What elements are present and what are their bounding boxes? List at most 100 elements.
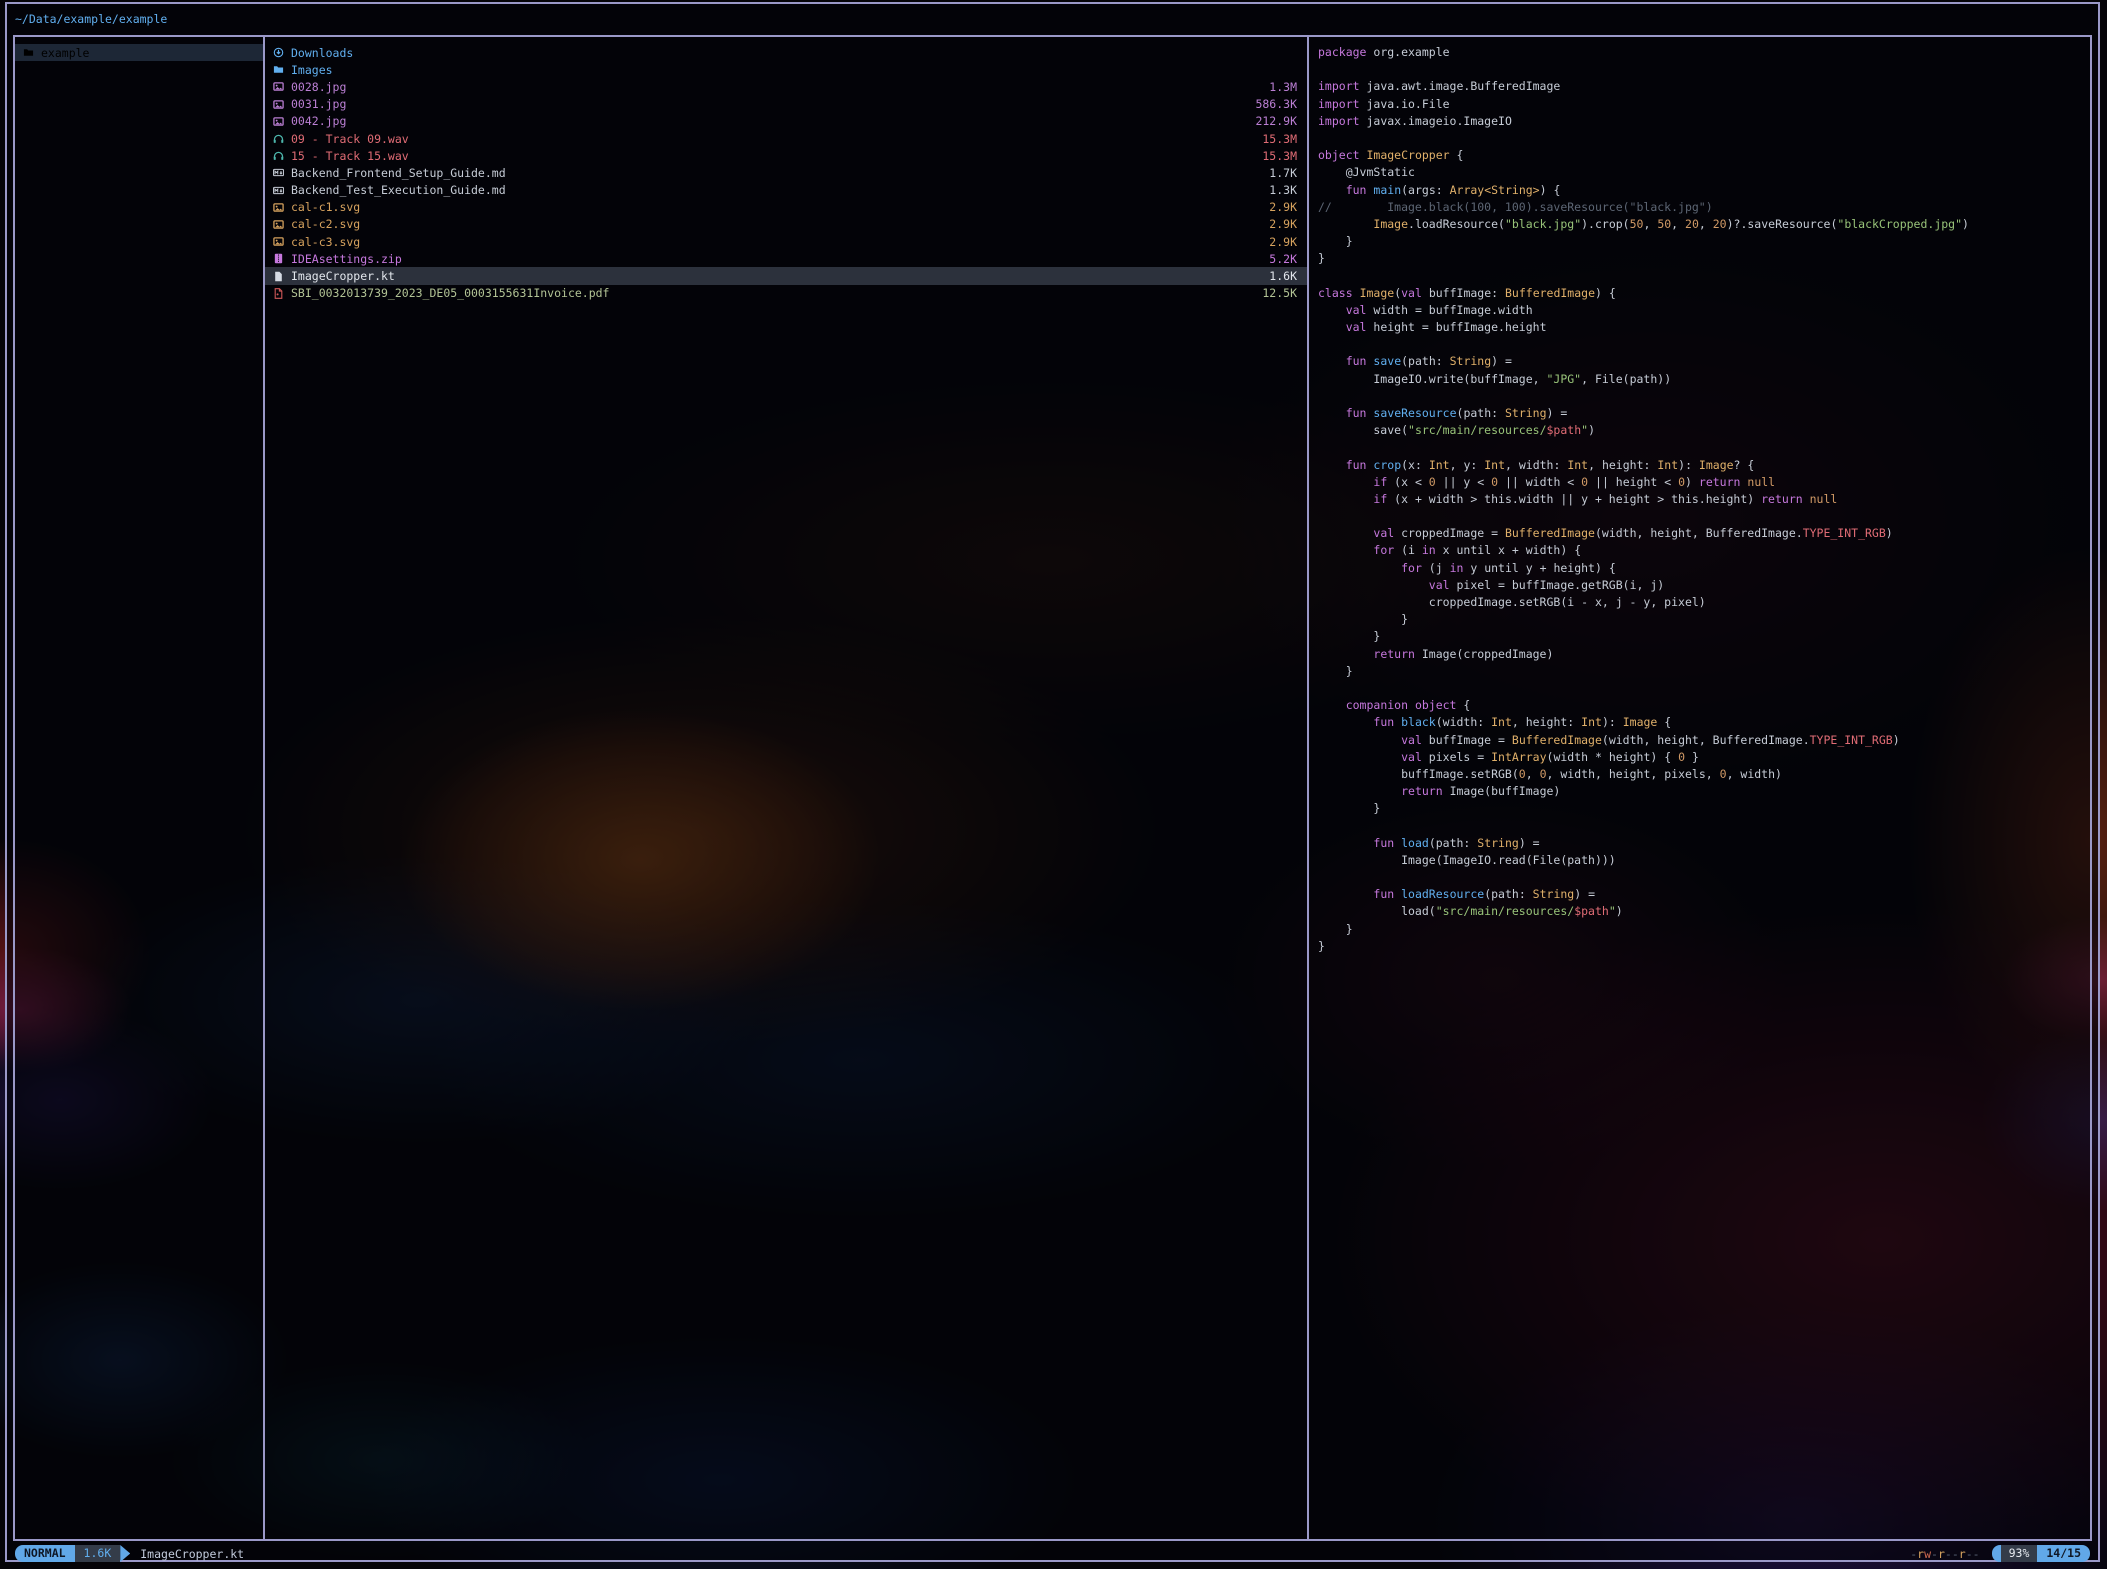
cursor-position-badge: 14/15 (2037, 1545, 2090, 1562)
image-icon (273, 81, 284, 92)
file-size: 12.5K (1262, 286, 1297, 300)
markdown-icon (273, 167, 284, 178)
file-size: 1.6K (1269, 269, 1297, 283)
status-bar: NORMAL 1.6K ImageCropper.kt -rw-r--r-- 9… (10, 1545, 2095, 1562)
code-line (1318, 388, 2090, 405)
code-line: for (i in x until x + width) { (1318, 542, 2090, 559)
file-row[interactable]: IDEAsettings.zip 5.2K (265, 250, 1307, 267)
file-name: ImageCropper.kt (291, 269, 1261, 283)
file-row[interactable]: Backend_Frontend_Setup_Guide.md 1.7K (265, 164, 1307, 181)
code-line: } (1318, 921, 2090, 938)
code-line: } (1318, 233, 2090, 250)
code-line: } (1318, 663, 2090, 680)
file-name: cal-c2.svg (291, 217, 1261, 231)
code-line: load("src/main/resources/$path") (1318, 903, 2090, 920)
code-line: buffImage.setRGB(0, 0, width, height, pi… (1318, 766, 2090, 783)
code-line: package org.example (1318, 44, 2090, 61)
file-row[interactable]: SBI_0032013739_2023_DE05_0003155631Invoi… (265, 285, 1307, 302)
file-name: 0028.jpg (291, 80, 1261, 94)
code-line: save("src/main/resources/$path") (1318, 422, 2090, 439)
file-name: Downloads (291, 46, 1289, 60)
code-line (1318, 267, 2090, 284)
file-row[interactable]: cal-c2.svg 2.9K (265, 216, 1307, 233)
code-preview-pane: package org.example import java.awt.imag… (1309, 37, 2090, 1539)
scroll-percent-badge: 93% (2001, 1545, 2038, 1562)
code-line: fun save(path: String) = (1318, 353, 2090, 370)
file-row[interactable]: 0028.jpg 1.3M (265, 78, 1307, 95)
file-name: SBI_0032013739_2023_DE05_0003155631Invoi… (291, 286, 1254, 300)
code-line (1318, 336, 2090, 353)
folder-icon (273, 64, 284, 75)
code-line (1318, 508, 2090, 525)
file-row[interactable]: cal-c1.svg2.9K (265, 199, 1307, 216)
file-size: 15.3M (1262, 132, 1297, 146)
audio-icon (273, 150, 284, 161)
code-line: companion object { (1318, 697, 2090, 714)
code-line: Image(ImageIO.read(File(path))) (1318, 852, 2090, 869)
file-row[interactable]: Images (265, 61, 1307, 78)
zip-icon (273, 253, 284, 264)
file-row[interactable]: 09 - Track 09.wav 15.3M (265, 130, 1307, 147)
download-icon (273, 47, 284, 58)
file-name: 0042.jpg (291, 114, 1247, 128)
file-size: 1.3M (1269, 80, 1297, 94)
file-row[interactable]: Downloads (265, 44, 1307, 61)
file-size: 5.2K (1269, 252, 1297, 266)
folder-icon (23, 47, 34, 58)
code-line: if (x + width > this.width || y + height… (1318, 491, 2090, 508)
code-line: val height = buffImage.height (1318, 319, 2090, 336)
file-size: 1.7K (1269, 166, 1297, 180)
code-line: import javax.imageio.ImageIO (1318, 113, 2090, 130)
file-size: 2.9K (1269, 200, 1297, 214)
file-name: Backend_Frontend_Setup_Guide.md (291, 166, 1261, 180)
file-name: 09 - Track 09.wav (291, 132, 1254, 146)
code-line: val croppedImage = BufferedImage(width, … (1318, 525, 2090, 542)
file-row[interactable]: Backend_Test_Execution_Guide.md1.3K (265, 182, 1307, 199)
code-line: import java.io.File (1318, 96, 2090, 113)
file-name: 0031.jpg (291, 97, 1247, 111)
code-line (1318, 439, 2090, 456)
file-name: Images (291, 63, 1289, 77)
image-icon (273, 116, 284, 127)
code-line (1318, 61, 2090, 78)
code-line: fun saveResource(path: String) = (1318, 405, 2090, 422)
file-name: 15 - Track 15.wav (291, 149, 1254, 163)
pdf-icon (273, 288, 284, 299)
file-size: 1.3K (1269, 183, 1297, 197)
image-icon (273, 99, 284, 110)
file-name: IDEAsettings.zip (291, 252, 1261, 266)
status-bar-right: -rw-r--r-- 93% 14/15 (1910, 1545, 2090, 1562)
code-line: fun loadResource(path: String) = (1318, 886, 2090, 903)
file-size: 212.9K (1255, 114, 1297, 128)
markdown-icon (273, 185, 284, 196)
code-line: Image.loadResource("black.jpg").crop(50,… (1318, 216, 2090, 233)
powerline-cap-icon (1992, 1545, 2001, 1562)
file-row[interactable]: 0031.jpg586.3K (265, 96, 1307, 113)
code-line: val width = buffImage.width (1318, 302, 2090, 319)
status-filename: ImageCropper.kt (140, 1547, 244, 1561)
image-icon (273, 236, 284, 247)
code-line: croppedImage.setRGB(i - x, j - y, pixel) (1318, 594, 2090, 611)
code-line: val buffImage = BufferedImage(width, hei… (1318, 732, 2090, 749)
file-row[interactable]: ImageCropper.kt 1.6K (265, 267, 1307, 284)
code-line: } (1318, 628, 2090, 645)
powerline-arrow-icon (120, 1545, 130, 1562)
parent-pane: example (15, 37, 265, 1539)
parent-dir-item[interactable]: example (15, 44, 263, 61)
code-line: if (x < 0 || y < 0 || width < 0 || heigh… (1318, 474, 2090, 491)
file-size: 15.3M (1262, 149, 1297, 163)
code-line: object ImageCropper { (1318, 147, 2090, 164)
code-line: class Image(val buffImage: BufferedImage… (1318, 285, 2090, 302)
code-line: val pixels = IntArray(width * height) { … (1318, 749, 2090, 766)
file-size: 2.9K (1269, 217, 1297, 231)
file-row[interactable]: 0042.jpg 212.9K (265, 113, 1307, 130)
terminal-window: ~/Data/example/example example Downloads… (5, 2, 2100, 1562)
audio-icon (273, 133, 284, 144)
file-row[interactable]: 15 - Track 15.wav 15.3M (265, 147, 1307, 164)
code-line (1318, 130, 2090, 147)
code-line: fun black(width: Int, height: Int): Imag… (1318, 714, 2090, 731)
code-line: for (j in y until y + height) { (1318, 560, 2090, 577)
image-icon (273, 219, 284, 230)
file-icon (273, 271, 284, 282)
file-row[interactable]: cal-c3.svg2.9K (265, 233, 1307, 250)
